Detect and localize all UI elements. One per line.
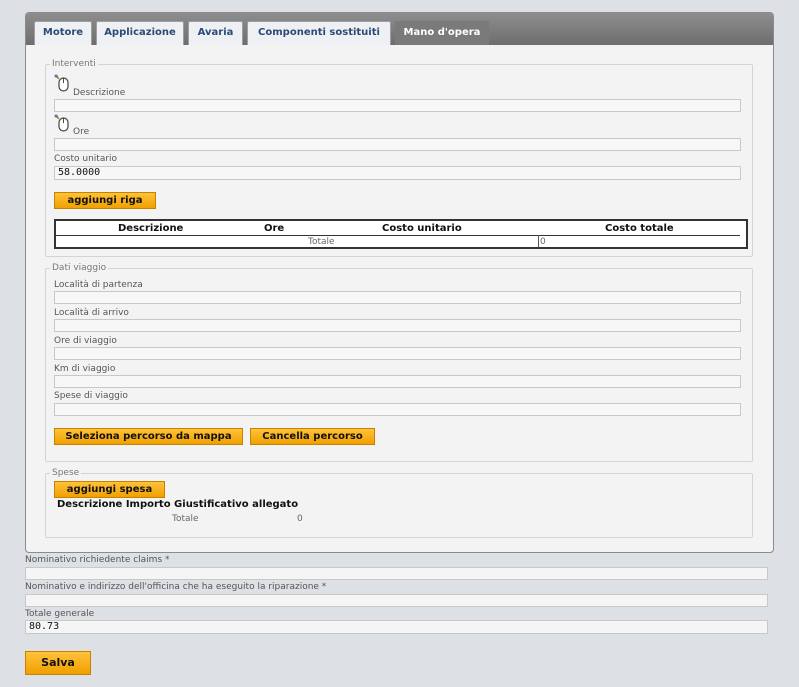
richiedente-input[interactable] <box>25 567 768 580</box>
spese-total-label: Totale <box>172 514 199 524</box>
mouse-icon[interactable] <box>53 114 71 132</box>
spese-viaggio-input[interactable] <box>54 403 741 416</box>
arrivo-label: Località di arrivo <box>54 308 129 318</box>
main-panel: Motore Applicazione Avaria Componenti so… <box>25 12 774 553</box>
descrizione-input[interactable] <box>54 99 741 112</box>
ore-input[interactable] <box>54 138 741 151</box>
totale-generale-input[interactable]: 80.73 <box>25 620 768 634</box>
cancella-percorso-button[interactable]: Cancella percorso <box>250 428 375 445</box>
viaggio-legend: Dati viaggio <box>52 263 107 273</box>
aggiungi-spesa-button[interactable]: aggiungi spesa <box>54 481 165 498</box>
table-total-value: 0 <box>540 237 546 247</box>
tab-applicazione[interactable]: Applicazione <box>96 21 184 45</box>
spese-header: Descrizione Importo Giustificativo alleg… <box>57 499 299 510</box>
costo-unitario-input[interactable]: 58.0000 <box>54 166 741 180</box>
partenza-input[interactable] <box>54 291 741 304</box>
km-viaggio-input[interactable] <box>54 375 741 388</box>
tab-componenti-sostituiti[interactable]: Componenti sostituiti <box>247 21 391 45</box>
tab-mano-d-opera[interactable]: Mano d'opera <box>395 21 489 45</box>
officina-input[interactable] <box>25 594 768 607</box>
partenza-label: Località di partenza <box>54 280 143 290</box>
table-col-divider <box>538 235 539 247</box>
costo-unitario-label: Costo unitario <box>54 154 118 164</box>
col-ore: Ore <box>264 223 285 234</box>
totale-generale-label: Totale generale <box>25 609 95 619</box>
richiedente-label: Nominativo richiedente claims * <box>25 555 170 565</box>
arrivo-input[interactable] <box>54 319 741 332</box>
interventi-legend: Interventi <box>52 59 96 69</box>
col-costo-unitario: Costo unitario <box>382 223 462 234</box>
km-viaggio-label: Km di viaggio <box>54 364 116 374</box>
mouse-icon[interactable] <box>53 74 71 92</box>
salva-button[interactable]: Salva <box>25 651 91 675</box>
col-costo-totale: Costo totale <box>605 223 674 234</box>
ore-label: Ore <box>73 127 90 137</box>
col-descrizione: Descrizione <box>118 223 184 234</box>
spese-legend: Spese <box>52 468 80 478</box>
descrizione-label: Descrizione <box>73 88 126 98</box>
ore-viaggio-label: Ore di viaggio <box>54 336 117 346</box>
tab-avaria[interactable]: Avaria <box>188 21 243 45</box>
tab-bar: Motore Applicazione Avaria Componenti so… <box>26 13 773 45</box>
aggiungi-riga-button[interactable]: aggiungi riga <box>54 192 156 209</box>
interventi-table: Descrizione Ore Costo unitario Costo tot… <box>54 219 748 249</box>
ore-viaggio-input[interactable] <box>54 347 741 360</box>
table-total-label: Totale <box>308 237 335 247</box>
spese-total-value: 0 <box>297 514 303 524</box>
table-divider <box>56 235 740 236</box>
officina-label: Nominativo e indirizzo dell'officina che… <box>25 582 327 592</box>
tab-motore[interactable]: Motore <box>34 21 92 45</box>
seleziona-percorso-button[interactable]: Seleziona percorso da mappa <box>54 428 243 445</box>
spese-viaggio-label: Spese di viaggio <box>54 391 128 401</box>
